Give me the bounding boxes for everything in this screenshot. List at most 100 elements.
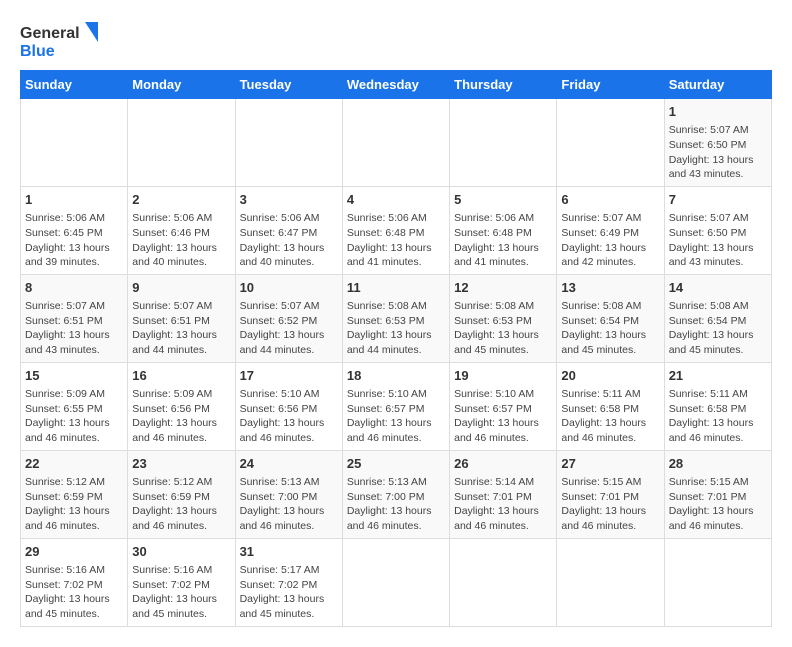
day-number: 2 [132, 191, 230, 209]
calendar-cell: 19 Sunrise: 5:10 AM Sunset: 6:57 PM Dayli… [450, 362, 557, 450]
day-number: 1 [25, 191, 123, 209]
day-number: 16 [132, 367, 230, 385]
day-info: Sunrise: 5:12 AM Sunset: 6:59 PM Dayligh… [132, 475, 230, 534]
day-number: 21 [669, 367, 767, 385]
day-number: 1 [669, 103, 767, 121]
calendar-cell [342, 99, 449, 187]
calendar-cell: 20 Sunrise: 5:11 AM Sunset: 6:58 PM Dayli… [557, 362, 664, 450]
day-number: 26 [454, 455, 552, 473]
calendar-cell: 14Sunrise: 5:08 AM Sunset: 6:54 PM Dayli… [664, 274, 771, 362]
day-number: 31 [240, 543, 338, 561]
calendar-cell [235, 99, 342, 187]
calendar-cell: 2 Sunrise: 5:06 AM Sunset: 6:46 PM Daylig… [128, 186, 235, 274]
calendar-cell [450, 538, 557, 626]
calendar-cell: 25 Sunrise: 5:13 AM Sunset: 7:00 PM Dayli… [342, 450, 449, 538]
day-number: 14 [669, 279, 767, 297]
day-number: 28 [669, 455, 767, 473]
calendar-cell: 12Sunrise: 5:08 AM Sunset: 6:53 PM Dayli… [450, 274, 557, 362]
day-info: Sunrise: 5:06 AM Sunset: 6:47 PM Dayligh… [240, 211, 338, 270]
svg-text:General: General [20, 25, 80, 42]
day-number: 3 [240, 191, 338, 209]
day-number: 22 [25, 455, 123, 473]
column-header-monday: Monday [128, 71, 235, 99]
calendar-cell: 8 Sunrise: 5:07 AM Sunset: 6:51 PM Daylig… [21, 274, 128, 362]
column-header-thursday: Thursday [450, 71, 557, 99]
day-number: 4 [347, 191, 445, 209]
day-number: 19 [454, 367, 552, 385]
day-number: 15 [25, 367, 123, 385]
column-header-tuesday: Tuesday [235, 71, 342, 99]
calendar-cell [557, 99, 664, 187]
column-header-saturday: Saturday [664, 71, 771, 99]
day-info: Sunrise: 5:07 AM Sunset: 6:52 PM Dayligh… [240, 299, 338, 358]
calendar-cell: 16 Sunrise: 5:09 AM Sunset: 6:56 PM Dayli… [128, 362, 235, 450]
calendar-cell: 6Sunrise: 5:07 AM Sunset: 6:49 PM Daylig… [557, 186, 664, 274]
week-row-4: 15Sunrise: 5:09 AM Sunset: 6:55 PM Dayli… [21, 362, 772, 450]
calendar-cell: 29 Sunrise: 5:16 AM Sunset: 7:02 PM Dayli… [21, 538, 128, 626]
day-info: Sunrise: 5:07 AM Sunset: 6:50 PM Dayligh… [669, 211, 767, 270]
day-info: Sunrise: 5:14 AM Sunset: 7:01 PM Dayligh… [454, 475, 552, 534]
calendar-cell [450, 99, 557, 187]
day-info: Sunrise: 5:12 AM Sunset: 6:59 PM Dayligh… [25, 475, 123, 534]
calendar-table: SundayMondayTuesdayWednesdayThursdayFrid… [20, 70, 772, 627]
week-row-3: 8 Sunrise: 5:07 AM Sunset: 6:51 PM Daylig… [21, 274, 772, 362]
day-number: 7 [669, 191, 767, 209]
day-info: Sunrise: 5:09 AM Sunset: 6:56 PM Dayligh… [132, 387, 230, 446]
calendar-cell [128, 99, 235, 187]
calendar-cell: 26 Sunrise: 5:14 AM Sunset: 7:01 PM Dayli… [450, 450, 557, 538]
day-info: Sunrise: 5:06 AM Sunset: 6:46 PM Dayligh… [132, 211, 230, 270]
week-row-6: 29 Sunrise: 5:16 AM Sunset: 7:02 PM Dayli… [21, 538, 772, 626]
day-number: 5 [454, 191, 552, 209]
day-number: 27 [561, 455, 659, 473]
calendar-cell: 3 Sunrise: 5:06 AM Sunset: 6:47 PM Daylig… [235, 186, 342, 274]
calendar-cell: 17 Sunrise: 5:10 AM Sunset: 6:56 PM Dayli… [235, 362, 342, 450]
day-number: 29 [25, 543, 123, 561]
day-info: Sunrise: 5:06 AM Sunset: 6:48 PM Dayligh… [454, 211, 552, 270]
day-info: Sunrise: 5:15 AM Sunset: 7:01 PM Dayligh… [561, 475, 659, 534]
calendar-cell: 4 Sunrise: 5:06 AM Sunset: 6:48 PM Daylig… [342, 186, 449, 274]
day-info: Sunrise: 5:13 AM Sunset: 7:00 PM Dayligh… [347, 475, 445, 534]
calendar-cell: 1Sunrise: 5:06 AM Sunset: 6:45 PM Daylig… [21, 186, 128, 274]
day-info: Sunrise: 5:06 AM Sunset: 6:48 PM Dayligh… [347, 211, 445, 270]
calendar-cell [21, 99, 128, 187]
calendar-cell: 27 Sunrise: 5:15 AM Sunset: 7:01 PM Dayli… [557, 450, 664, 538]
day-number: 17 [240, 367, 338, 385]
calendar-cell: 7 Sunrise: 5:07 AM Sunset: 6:50 PM Daylig… [664, 186, 771, 274]
day-info: Sunrise: 5:11 AM Sunset: 6:58 PM Dayligh… [669, 387, 767, 446]
calendar-cell: 30 Sunrise: 5:16 AM Sunset: 7:02 PM Dayli… [128, 538, 235, 626]
day-info: Sunrise: 5:16 AM Sunset: 7:02 PM Dayligh… [25, 563, 123, 622]
day-number: 24 [240, 455, 338, 473]
calendar-cell [664, 538, 771, 626]
day-info: Sunrise: 5:11 AM Sunset: 6:58 PM Dayligh… [561, 387, 659, 446]
day-number: 20 [561, 367, 659, 385]
calendar-cell: 10Sunrise: 5:07 AM Sunset: 6:52 PM Dayli… [235, 274, 342, 362]
day-info: Sunrise: 5:10 AM Sunset: 6:56 PM Dayligh… [240, 387, 338, 446]
day-number: 23 [132, 455, 230, 473]
day-number: 30 [132, 543, 230, 561]
calendar-cell: 15Sunrise: 5:09 AM Sunset: 6:55 PM Dayli… [21, 362, 128, 450]
calendar-cell: 1Sunrise: 5:07 AM Sunset: 6:50 PM Daylig… [664, 99, 771, 187]
header-row: SundayMondayTuesdayWednesdayThursdayFrid… [21, 71, 772, 99]
column-header-sunday: Sunday [21, 71, 128, 99]
day-info: Sunrise: 5:16 AM Sunset: 7:02 PM Dayligh… [132, 563, 230, 622]
calendar-cell: 31 Sunrise: 5:17 AM Sunset: 7:02 PM Dayli… [235, 538, 342, 626]
week-row-1: 1Sunrise: 5:07 AM Sunset: 6:50 PM Daylig… [21, 99, 772, 187]
day-number: 18 [347, 367, 445, 385]
calendar-cell: 13Sunrise: 5:08 AM Sunset: 6:54 PM Dayli… [557, 274, 664, 362]
calendar-cell: 21 Sunrise: 5:11 AM Sunset: 6:58 PM Dayli… [664, 362, 771, 450]
day-number: 6 [561, 191, 659, 209]
day-info: Sunrise: 5:17 AM Sunset: 7:02 PM Dayligh… [240, 563, 338, 622]
day-info: Sunrise: 5:07 AM Sunset: 6:51 PM Dayligh… [25, 299, 123, 358]
day-number: 13 [561, 279, 659, 297]
day-info: Sunrise: 5:10 AM Sunset: 6:57 PM Dayligh… [454, 387, 552, 446]
day-number: 8 [25, 279, 123, 297]
week-row-2: 1Sunrise: 5:06 AM Sunset: 6:45 PM Daylig… [21, 186, 772, 274]
day-number: 25 [347, 455, 445, 473]
calendar-cell: 28Sunrise: 5:15 AM Sunset: 7:01 PM Dayli… [664, 450, 771, 538]
column-header-friday: Friday [557, 71, 664, 99]
day-number: 9 [132, 279, 230, 297]
calendar-cell: 18 Sunrise: 5:10 AM Sunset: 6:57 PM Dayli… [342, 362, 449, 450]
day-info: Sunrise: 5:10 AM Sunset: 6:57 PM Dayligh… [347, 387, 445, 446]
calendar-cell: 5 Sunrise: 5:06 AM Sunset: 6:48 PM Daylig… [450, 186, 557, 274]
day-info: Sunrise: 5:07 AM Sunset: 6:51 PM Dayligh… [132, 299, 230, 358]
